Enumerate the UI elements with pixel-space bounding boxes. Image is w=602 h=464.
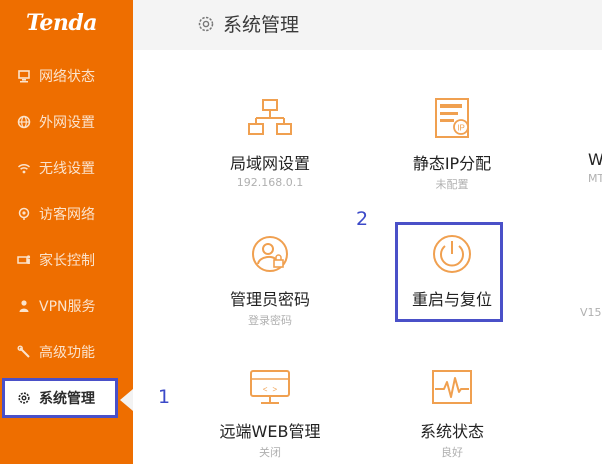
- tools-icon: [17, 345, 31, 359]
- sidebar-item-label: 无线设置: [39, 161, 95, 177]
- gear-icon: [17, 391, 31, 405]
- svg-text:< >: < >: [263, 386, 278, 395]
- gear-icon: [198, 16, 214, 32]
- network-status-icon: [17, 69, 31, 83]
- tile-sublabel: 良好: [441, 446, 463, 459]
- tile-label: 局域网设置: [229, 154, 310, 173]
- system-status-icon: [432, 370, 472, 404]
- sidebar: Tenda 网络状态 外网设置 无线设置 访客网络 家长控制 VPN服务 高级功…: [0, 0, 133, 464]
- tile-lan-settings[interactable]: 局域网设置 192.168.0.1: [220, 96, 320, 189]
- tile-label: 管理员密码: [229, 290, 310, 309]
- wifi-icon: [17, 161, 31, 175]
- sidebar-item-system-management[interactable]: 系统管理: [2, 378, 118, 418]
- tile-remote-web[interactable]: < > 远端WEB管理 关闭: [214, 368, 326, 460]
- sidebar-item-wireless[interactable]: 无线设置: [0, 151, 133, 185]
- active-indicator-arrow: [120, 389, 133, 411]
- admin-password-icon: [252, 236, 288, 272]
- tile-label: 静态IP分配: [412, 154, 492, 173]
- partial-tile-label: W: [588, 150, 602, 169]
- sidebar-item-label: 高级功能: [39, 345, 95, 361]
- power-icon: [433, 235, 471, 273]
- tile-label: 重启与复位: [411, 290, 492, 309]
- parental-control-icon: [17, 253, 31, 267]
- tile-sublabel: 192.168.0.1: [236, 176, 304, 189]
- sidebar-item-wan-settings[interactable]: 外网设置: [0, 105, 133, 139]
- partial-tile-sublabel: V15: [580, 306, 602, 319]
- sidebar-item-vpn[interactable]: VPN服务: [0, 289, 133, 323]
- partial-tile-sublabel: MT: [588, 172, 602, 185]
- sidebar-item-label: 外网设置: [39, 115, 95, 131]
- tile-system-status[interactable]: 系统状态 良好: [402, 368, 502, 460]
- static-ip-icon: IP: [435, 98, 469, 138]
- svg-text:IP: IP: [457, 124, 465, 133]
- sidebar-item-guest-network[interactable]: 访客网络: [0, 197, 133, 231]
- tile-static-ip[interactable]: IP 静态IP分配 未配置: [402, 96, 502, 192]
- page-title: 系统管理: [223, 14, 300, 36]
- step-marker-2: 2: [356, 208, 369, 230]
- sidebar-item-label: VPN服务: [39, 299, 96, 315]
- sidebar-item-advanced[interactable]: 高级功能: [0, 335, 133, 369]
- tile-reboot-reset[interactable]: 重启与复位: [402, 232, 502, 310]
- tenda-logo: Tenda: [26, 10, 97, 36]
- tile-sublabel: 登录密码: [248, 314, 292, 327]
- tile-sublabel: 未配置: [435, 178, 469, 191]
- sidebar-item-parental-control[interactable]: 家长控制: [0, 243, 133, 277]
- globe-icon: [17, 115, 31, 129]
- page-header: 系统管理: [133, 0, 602, 50]
- sidebar-item-label: 访客网络: [39, 207, 95, 223]
- vpn-icon: [17, 299, 31, 313]
- sidebar-item-label: 网络状态: [39, 69, 95, 85]
- tile-label: 远端WEB管理: [219, 422, 321, 441]
- tile-label: 系统状态: [419, 422, 484, 441]
- guest-network-icon: [17, 207, 31, 221]
- sidebar-item-label: 系统管理: [39, 391, 95, 407]
- tile-admin-password[interactable]: 管理员密码 登录密码: [220, 232, 320, 328]
- step-marker-1: 1: [158, 386, 171, 408]
- lan-topology-icon: [248, 99, 292, 135]
- remote-web-icon: < >: [250, 370, 290, 404]
- tile-sublabel: 关闭: [259, 446, 281, 459]
- sidebar-item-label: 家长控制: [39, 253, 95, 269]
- sidebar-item-network-status[interactable]: 网络状态: [0, 59, 133, 93]
